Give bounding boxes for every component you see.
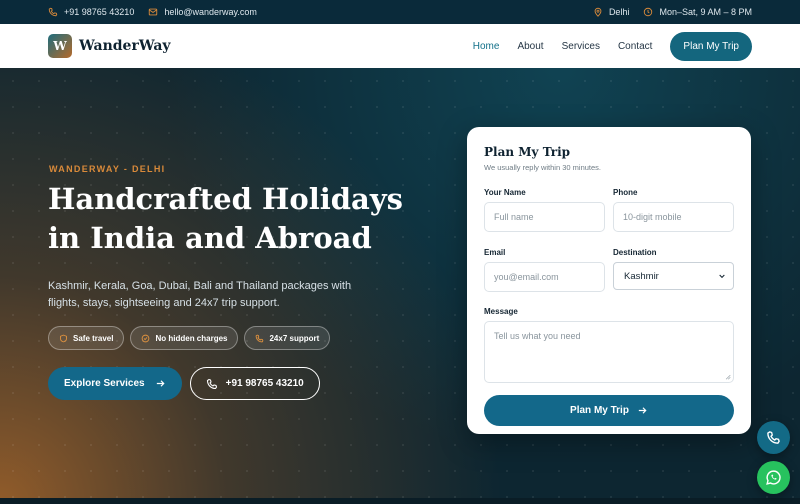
topbar-email-text: hello@wanderway.com [164, 7, 257, 17]
logo: W [48, 34, 72, 58]
main-nav: Home About Services Contact Plan My Trip [473, 31, 752, 61]
chip-no-hidden-charges: No hidden charges [130, 326, 239, 350]
chip-safe-travel: Safe travel [48, 326, 125, 350]
destination-field-group: Destination Kashmir [613, 248, 734, 292]
destination-value: Kashmir [624, 270, 659, 282]
shield-icon [60, 334, 67, 342]
destination-label: Destination [613, 248, 657, 257]
phone-input[interactable]: 10-digit mobile [613, 202, 734, 232]
phone-field-group: Phone 10-digit mobile [613, 188, 734, 232]
chip-24x7-support: 24x7 support [244, 326, 331, 350]
topbar-phone-text: +91 98765 43210 [64, 7, 135, 17]
chevron-down-icon [719, 274, 725, 279]
form-subtitle: We usually reply within 30 minutes. [484, 163, 601, 172]
nav-about[interactable]: About [517, 41, 543, 52]
hero-headline: Handcrafted Holidays in India and Abroad [48, 182, 403, 255]
topbar-email[interactable]: hello@wanderway.com [148, 7, 257, 17]
message-label: Message [484, 307, 518, 316]
submit-label: Plan My Trip [570, 405, 629, 416]
message-textarea[interactable]: Tell us what you need [484, 321, 734, 383]
name-input[interactable]: Full name [484, 202, 605, 232]
topbar-hours: Mon–Sat, 9 AM – 8 PM [643, 7, 752, 17]
message-placeholder: Tell us what you need [494, 331, 581, 341]
plan-trip-nav-button[interactable]: Plan My Trip [670, 31, 752, 61]
feature-chips: Safe travel No hidden charges 24x7 suppo… [48, 326, 331, 350]
map-pin-icon [594, 7, 602, 17]
chip-label: 24x7 support [269, 333, 320, 343]
nav-services[interactable]: Services [562, 41, 600, 52]
form-title: Plan My Trip [484, 145, 571, 159]
hero-buttons: Explore Services +91 98765 43210 [48, 367, 320, 400]
hero-section: WANDERWAY - DELHI Handcrafted Holidays i… [0, 68, 800, 504]
chip-label: Safe travel [73, 333, 114, 343]
message-field-group: Message Tell us what you need [484, 307, 734, 383]
topbar-phone[interactable]: +91 98765 43210 [48, 7, 134, 17]
name-field-group: Your Name Full name [484, 188, 605, 232]
call-button[interactable]: +91 98765 43210 [189, 367, 320, 400]
email-label: Email [484, 248, 506, 257]
call-button-label: +91 98765 43210 [225, 378, 304, 389]
floating-call-button[interactable] [757, 421, 790, 454]
brand-link[interactable]: W WanderWay [48, 34, 171, 58]
check-circle-icon [142, 334, 150, 342]
name-label: Your Name [484, 188, 526, 197]
arrow-right-icon [638, 407, 647, 414]
email-input[interactable]: you@email.com [484, 262, 605, 292]
chip-label: No hidden charges [155, 333, 228, 343]
explore-services-button[interactable]: Explore Services [48, 367, 182, 400]
mail-icon [149, 8, 158, 16]
topbar-hours-text: Mon–Sat, 9 AM – 8 PM [659, 7, 752, 17]
hero-subtext: Kashmir, Kerala, Goa, Dubai, Bali and Th… [48, 280, 352, 309]
plan-trip-submit-button[interactable]: Plan My Trip [484, 395, 734, 426]
phone-label: Phone [613, 188, 638, 197]
floating-whatsapp-button[interactable] [757, 461, 790, 494]
arrow-right-icon [156, 380, 165, 387]
email-field-group: Email you@email.com [484, 248, 605, 292]
topbar-location: Delhi [593, 7, 630, 17]
whatsapp-icon [766, 470, 781, 485]
phone-icon [767, 431, 780, 444]
resize-grip-icon[interactable] [724, 373, 731, 380]
plan-trip-form: Plan My Trip We usually reply within 30 … [467, 127, 751, 434]
phone-icon [48, 7, 58, 17]
clock-icon [644, 7, 653, 17]
topbar-location-text: Delhi [608, 7, 630, 17]
site-header: W WanderWay Home About Services Contact … [0, 24, 800, 68]
top-bar: +91 98765 43210 hello@wanderway.com Delh… [0, 0, 800, 24]
nav-home[interactable]: Home [473, 41, 500, 52]
destination-select[interactable]: Kashmir [613, 262, 734, 290]
phone-icon [206, 378, 217, 389]
hero-eyebrow: WANDERWAY - DELHI [49, 164, 166, 174]
phone-icon [256, 334, 264, 342]
hero-bottom-edge [0, 498, 800, 504]
brand-name: WanderWay [79, 38, 171, 54]
explore-services-label: Explore Services [64, 378, 145, 389]
nav-contact[interactable]: Contact [618, 41, 652, 52]
